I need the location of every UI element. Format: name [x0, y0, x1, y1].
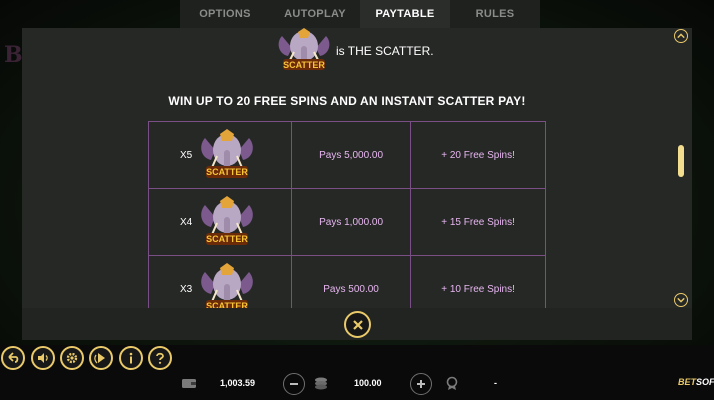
scatter-symbol-label: SCATTER	[206, 301, 248, 308]
menu-tabs: OPTIONS AUTOPLAY PAYTABLE RULES	[180, 0, 540, 28]
coins-icon	[315, 377, 327, 390]
tab-rules[interactable]: RULES	[450, 0, 540, 28]
back-button[interactable]	[1, 346, 25, 370]
scatter-symbol-label: SCATTER	[206, 167, 248, 177]
background-logo-fragment: B	[4, 42, 23, 68]
scatter-symbol-icon: SCATTER	[197, 128, 257, 185]
win-medal-icon	[446, 376, 458, 390]
chevron-down-icon	[677, 297, 685, 303]
win-value: -	[494, 378, 497, 388]
scroll-down-button[interactable]	[674, 293, 688, 307]
logo-part-bet: BET	[678, 377, 696, 387]
free-spins-value: + 20 Free Spins!	[410, 121, 546, 189]
tab-autoplay[interactable]: AUTOPLAY	[270, 0, 360, 28]
balance-value: 1,003.59	[220, 378, 256, 388]
back-arrow-icon	[8, 352, 19, 363]
question-mark-icon	[156, 352, 164, 364]
settings-button[interactable]	[60, 346, 84, 370]
chevron-up-icon	[677, 33, 685, 39]
multiplier-label: X4	[180, 217, 193, 228]
info-button[interactable]	[119, 346, 143, 370]
pays-value: Pays 5,000.00	[290, 121, 412, 189]
info-icon	[129, 352, 133, 364]
table-row: X4 SCATTER Pays 1,000.00 + 15 Free Spins…	[148, 188, 546, 256]
free-spins-value: + 15 Free Spins!	[410, 188, 546, 256]
play-icon	[94, 353, 105, 364]
scatter-symbol-label: SCATTER	[283, 60, 325, 70]
scatter-intro: SCATTER is THE SCATTER.	[22, 28, 692, 74]
turbo-button[interactable]	[89, 346, 113, 370]
tab-paytable[interactable]: PAYTABLE	[360, 0, 450, 28]
close-icon	[352, 319, 363, 330]
speaker-icon	[38, 353, 48, 363]
scatter-paytable: X5 SCATTER Pays 5,000.00 + 20 Free Spins…	[148, 121, 546, 308]
increase-bet-button[interactable]	[410, 373, 432, 395]
tab-options[interactable]: OPTIONS	[180, 0, 270, 28]
scroll-up-button[interactable]	[674, 29, 688, 43]
scatter-symbol-icon: SCATTER	[197, 262, 257, 308]
gear-icon	[66, 352, 78, 364]
multiplier-label: X5	[180, 150, 193, 161]
pays-value: Pays 500.00	[290, 255, 412, 308]
paytable-headline: WIN UP TO 20 FREE SPINS AND AN INSTANT S…	[168, 94, 526, 108]
logo-part-soft: SOFT	[696, 377, 714, 387]
plus-icon	[417, 380, 425, 388]
bet-value: 100.00	[354, 378, 382, 388]
minus-icon	[290, 383, 298, 385]
scatter-description: is THE SCATTER.	[336, 44, 434, 58]
help-button[interactable]	[148, 346, 172, 370]
wallet-icon	[182, 379, 196, 388]
multiplier-label: X3	[180, 284, 193, 295]
table-row: X5 SCATTER Pays 5,000.00 + 20 Free Spins…	[148, 121, 546, 189]
pays-value: Pays 1,000.00	[290, 188, 412, 256]
free-spins-value: + 10 Free Spins!	[410, 255, 546, 308]
sound-button[interactable]	[31, 346, 55, 370]
scatter-symbol-icon: SCATTER	[274, 28, 334, 79]
table-row: X3 SCATTER Pays 500.00 + 10 Free Spins!	[148, 255, 546, 308]
scatter-symbol-label: SCATTER	[206, 234, 248, 244]
paytable-panel: SCATTER is THE SCATTER. WIN UP TO 20 FRE…	[22, 28, 692, 308]
decrease-bet-button[interactable]	[283, 373, 305, 395]
betsoft-logo: BETSOFT	[678, 377, 714, 387]
scatter-symbol-icon: SCATTER	[197, 195, 257, 252]
close-button[interactable]	[344, 311, 371, 338]
scrollbar-thumb[interactable]	[678, 145, 684, 177]
